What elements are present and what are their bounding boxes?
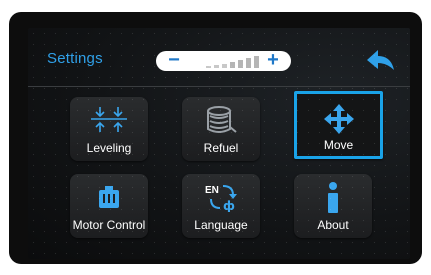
move-label: Move (323, 138, 354, 152)
info-icon (326, 182, 340, 219)
refuel-button[interactable]: Refuel (182, 97, 260, 161)
filament-spool-icon (204, 105, 238, 142)
move-button[interactable]: Move (294, 91, 383, 159)
motor-control-button[interactable]: Motor Control (70, 174, 148, 238)
move-arrows-icon (323, 104, 354, 139)
leveling-icon (87, 105, 131, 140)
volume-bar (230, 62, 235, 68)
refuel-label: Refuel (203, 141, 239, 155)
volume-bar (206, 66, 211, 68)
volume-up-button[interactable]: + (261, 50, 285, 71)
about-label: About (317, 218, 349, 232)
leveling-label: Leveling (86, 141, 132, 155)
svg-text:ф: ф (223, 199, 235, 212)
volume-control: − + (156, 50, 291, 71)
page-title: Settings (47, 50, 103, 67)
language-label: Language (194, 218, 248, 232)
volume-bar (254, 56, 259, 68)
volume-bar (238, 60, 243, 68)
back-arrow-icon (367, 50, 394, 70)
svg-text:EN: EN (205, 185, 219, 196)
volume-bar (214, 65, 219, 68)
motor-control-label: Motor Control (72, 218, 146, 232)
volume-bar (246, 58, 251, 68)
language-icon: EN ф (203, 182, 239, 217)
volume-down-button[interactable]: − (162, 50, 186, 71)
volume-level-bars[interactable] (206, 54, 266, 68)
touch-screen: Settings − + Leveling Refuel Move Motor … (28, 28, 410, 259)
volume-bar (222, 64, 227, 68)
leveling-button[interactable]: Leveling (70, 97, 148, 161)
about-button[interactable]: About (294, 174, 372, 238)
back-button[interactable] (363, 48, 397, 74)
header-bar: Settings − + (28, 28, 410, 87)
language-button[interactable]: EN ф Language (182, 174, 260, 238)
motor-icon (98, 186, 120, 215)
